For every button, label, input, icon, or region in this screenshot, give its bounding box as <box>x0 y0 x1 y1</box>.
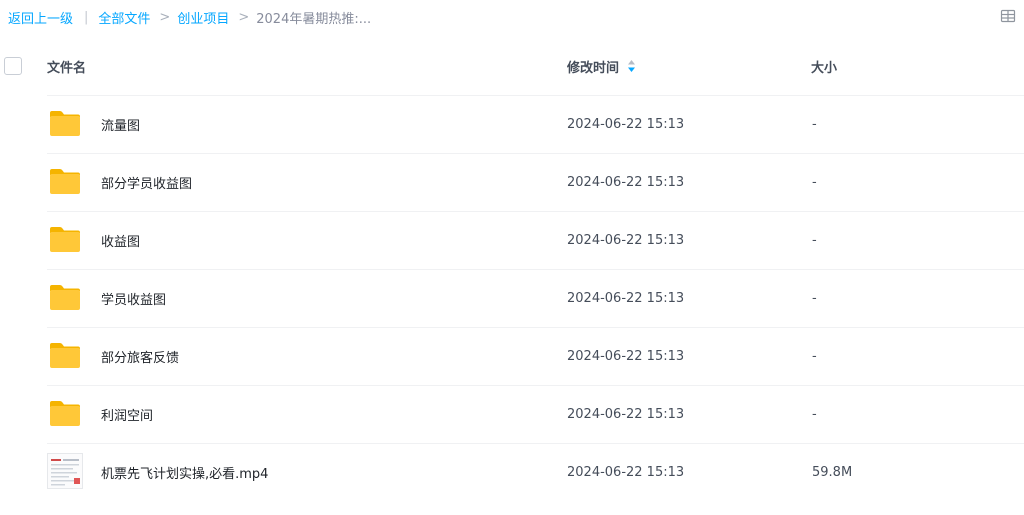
file-row[interactable]: 机票先飞计划实操,必看.mp4 2024-06-22 15:13 59.8M <box>0 443 1024 501</box>
file-name[interactable]: 部分旅客反馈 <box>101 347 179 366</box>
file-name[interactable]: 利润空间 <box>101 405 153 424</box>
column-header-time[interactable]: 修改时间 <box>567 57 636 76</box>
back-link[interactable]: 返回上一级 <box>8 8 73 27</box>
column-header-name[interactable]: 文件名 <box>47 57 86 76</box>
file-list-header: 文件名 修改时间 大小 <box>0 48 1024 84</box>
folder-icon <box>48 224 82 254</box>
file-row[interactable]: 学员收益图 2024-06-22 15:13 - <box>0 269 1024 327</box>
folder-icon <box>48 340 82 370</box>
file-size: - <box>812 116 817 132</box>
file-name[interactable]: 流量图 <box>101 115 140 134</box>
file-size: - <box>812 406 817 422</box>
grid-view-icon[interactable] <box>1000 8 1016 24</box>
file-modified-time: 2024-06-22 15:13 <box>567 116 685 132</box>
file-name[interactable]: 部分学员收益图 <box>101 173 192 192</box>
file-size: - <box>812 348 817 364</box>
file-row[interactable]: 流量图 2024-06-22 15:13 - <box>0 95 1024 153</box>
file-modified-time: 2024-06-22 15:13 <box>567 464 685 480</box>
folder-icon <box>48 108 82 138</box>
select-all-checkbox[interactable] <box>4 57 22 75</box>
file-modified-time: 2024-06-22 15:13 <box>567 174 685 190</box>
file-row[interactable]: 部分旅客反馈 2024-06-22 15:13 - <box>0 327 1024 385</box>
file-row[interactable]: 利润空间 2024-06-22 15:13 - <box>0 385 1024 443</box>
column-header-time-label: 修改时间 <box>567 60 620 76</box>
folder-icon <box>48 398 82 428</box>
breadcrumb-current: 2024年暑期热推:... <box>256 11 372 27</box>
file-modified-time: 2024-06-22 15:13 <box>567 406 685 422</box>
sort-icon[interactable] <box>627 59 636 73</box>
file-size: 59.8M <box>812 464 853 480</box>
column-header-size[interactable]: 大小 <box>811 57 837 76</box>
file-name[interactable]: 收益图 <box>101 231 140 250</box>
file-size: - <box>812 232 817 248</box>
file-row[interactable]: 部分学员收益图 2024-06-22 15:13 - <box>0 153 1024 211</box>
file-modified-time: 2024-06-22 15:13 <box>567 290 685 306</box>
breadcrumb: 返回上一级 | 全部文件 > 创业项目 > 2024年暑期热推:... <box>0 0 1024 34</box>
file-name[interactable]: 学员收益图 <box>101 289 166 308</box>
breadcrumb-separator: > <box>238 9 250 25</box>
breadcrumb-all-files[interactable]: 全部文件 <box>98 8 150 27</box>
breadcrumb-startup-projects[interactable]: 创业项目 <box>177 8 229 27</box>
file-modified-time: 2024-06-22 15:13 <box>567 232 685 248</box>
video-thumbnail <box>47 453 83 489</box>
file-modified-time: 2024-06-22 15:13 <box>567 348 685 364</box>
file-row[interactable]: 收益图 2024-06-22 15:13 - <box>0 211 1024 269</box>
file-list: 流量图 2024-06-22 15:13 - 部分学员收益图 2024-06-2… <box>0 95 1024 501</box>
breadcrumb-divider: | <box>84 9 89 25</box>
file-size: - <box>812 174 817 190</box>
folder-icon <box>48 282 82 312</box>
folder-icon <box>48 166 82 196</box>
breadcrumb-separator: > <box>159 9 171 25</box>
file-name[interactable]: 机票先飞计划实操,必看.mp4 <box>101 463 268 482</box>
file-size: - <box>812 290 817 306</box>
